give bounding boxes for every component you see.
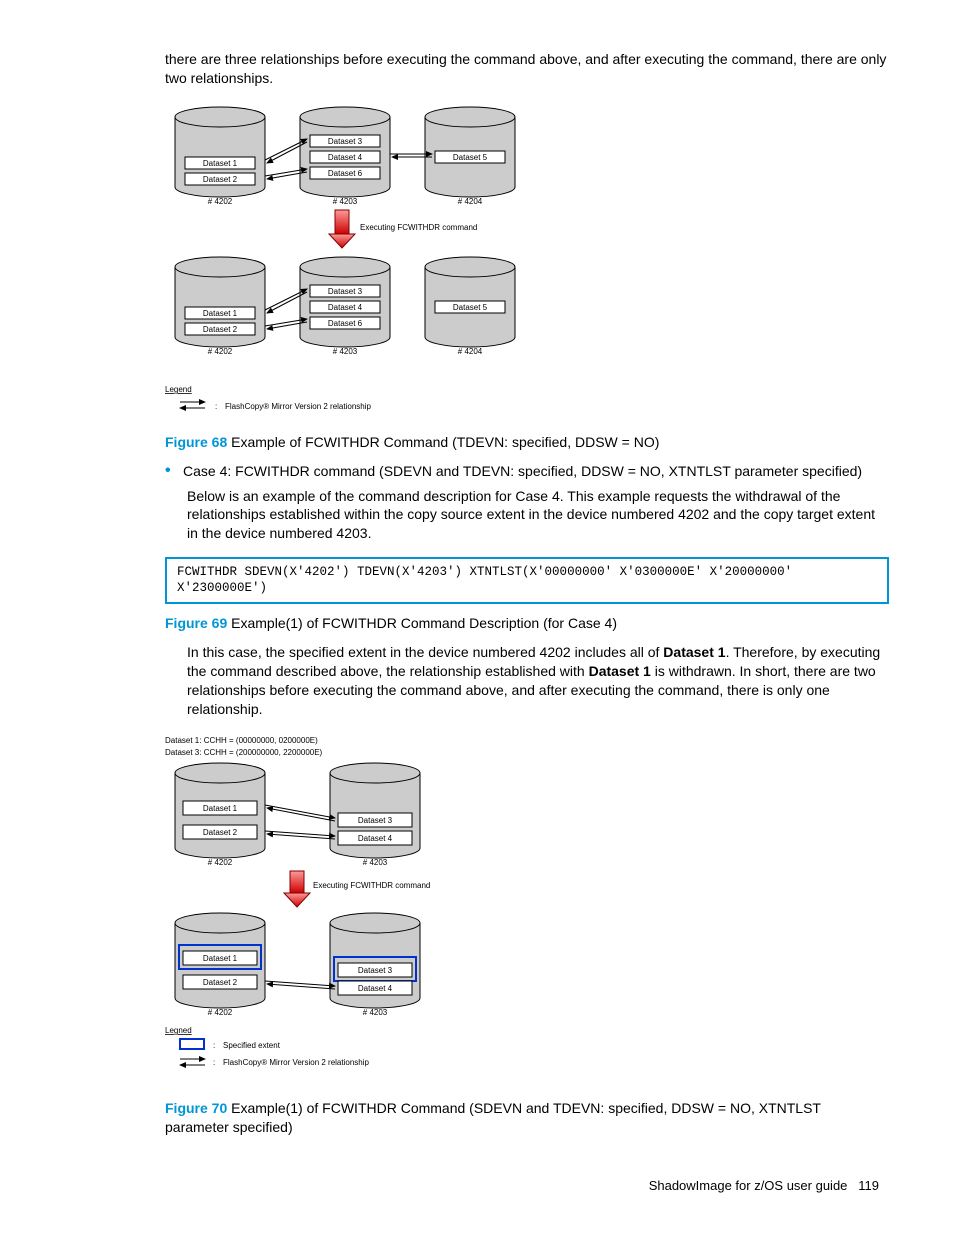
svg-text:Dataset 3: CCHH = (200000000: Dataset 3: CCHH = (200000000, 2200000E) (165, 748, 323, 757)
code-example-69: FCWITHDR SDEVN(X'4202') TDEVN(X'4203') X… (165, 557, 889, 604)
svg-text:Dataset 5: Dataset 5 (453, 303, 488, 312)
figure-68-text: Example of FCWITHDR Command (TDEVN: spec… (231, 434, 659, 450)
svg-text:Dataset 4: Dataset 4 (328, 303, 363, 312)
svg-text:# 4202: # 4202 (208, 1008, 233, 1017)
case4-bullet-text: Case 4: FCWITHDR command (SDEVN and TDEV… (183, 462, 862, 481)
svg-text:FlashCopy® Mirror Version 2 re: FlashCopy® Mirror Version 2 relationship (223, 1058, 370, 1067)
footer-page: 119 (858, 1178, 879, 1193)
svg-text::: : (215, 402, 217, 411)
svg-text:Dataset 1: Dataset 1 (203, 309, 238, 318)
svg-text:Dataset 3: Dataset 3 (358, 966, 393, 975)
svg-text:Dataset 2: Dataset 2 (203, 828, 238, 837)
svg-text:# 4203: # 4203 (333, 197, 358, 206)
svg-text:FlashCopy® Mirror Version 2 re: FlashCopy® Mirror Version 2 relationship (225, 402, 372, 411)
svg-text:Specified extent: Specified extent (223, 1041, 281, 1050)
figure-69-text: Example(1) of FCWITHDR Command Descripti… (231, 615, 617, 631)
svg-text:Dataset 2: Dataset 2 (203, 175, 238, 184)
bullet-icon: • (165, 462, 183, 481)
svg-text:# 4202: # 4202 (208, 858, 233, 867)
page-footer: ShadowImage for z/OS user guide 119 (65, 1177, 889, 1195)
svg-text:# 4204: # 4204 (458, 347, 483, 356)
intro-paragraph: there are three relationships before exe… (165, 50, 889, 88)
svg-text:Dataset 1: CCHH = (00000000,: Dataset 1: CCHH = (00000000, 0200000E) (165, 736, 318, 745)
case4-bullet-row: • Case 4: FCWITHDR command (SDEVN and TD… (165, 462, 889, 481)
svg-text:Dataset 1: Dataset 1 (203, 954, 238, 963)
svg-text:Dataset 1: Dataset 1 (203, 159, 238, 168)
svg-text:Dataset 6: Dataset 6 (328, 319, 363, 328)
figure-70-text: Example(1) of FCWITHDR Command (SDEVN an… (165, 1100, 821, 1135)
figure-70-label: Figure 70 (165, 1100, 227, 1116)
svg-text:# 4203: # 4203 (363, 858, 388, 867)
svg-text:Dataset 5: Dataset 5 (453, 153, 488, 162)
svg-text:Dataset 4: Dataset 4 (358, 984, 393, 993)
svg-text:Executing FCWITHDR command: Executing FCWITHDR command (313, 881, 430, 890)
svg-text:# 4202: # 4202 (208, 197, 233, 206)
svg-text:Dataset 6: Dataset 6 (328, 169, 363, 178)
svg-text:Dataset 4: Dataset 4 (358, 834, 393, 843)
mid-paragraph: In this case, the specified extent in th… (187, 643, 889, 719)
figure-68-caption: Figure 68 Example of FCWITHDR Command (T… (165, 433, 889, 452)
figure-70-diagram: Dataset 1: CCHH = (00000000, 0200000E) D… (165, 733, 889, 1093)
svg-text:Dataset 3: Dataset 3 (358, 816, 393, 825)
svg-text:Dataset 4: Dataset 4 (328, 153, 363, 162)
svg-text:Executing FCWITHDR command: Executing FCWITHDR command (360, 223, 477, 232)
svg-text::: : (213, 1041, 215, 1050)
figure-68-label: Figure 68 (165, 434, 227, 450)
svg-text:Dataset 3: Dataset 3 (328, 287, 363, 296)
figure-70-caption: Figure 70 Example(1) of FCWITHDR Command… (165, 1099, 859, 1137)
figure-69-caption: Figure 69 Example(1) of FCWITHDR Command… (165, 614, 889, 633)
svg-text:Dataset 2: Dataset 2 (203, 325, 238, 334)
figure-68-diagram: Dataset 1 Dataset 2 # 4202 Dataset 3 Dat… (165, 102, 889, 427)
svg-text:Dataset 2: Dataset 2 (203, 978, 238, 987)
svg-text:Legned: Legned (165, 1026, 192, 1035)
svg-text:Dataset 1: Dataset 1 (203, 804, 238, 813)
svg-text:# 4203: # 4203 (333, 347, 358, 356)
svg-text:# 4203: # 4203 (363, 1008, 388, 1017)
svg-text::: : (213, 1058, 215, 1067)
figure-69-label: Figure 69 (165, 615, 227, 631)
svg-text:Dataset 3: Dataset 3 (328, 137, 363, 146)
case4-paragraph: Below is an example of the command descr… (187, 487, 889, 544)
svg-text:# 4204: # 4204 (458, 197, 483, 206)
svg-text:Legend: Legend (165, 385, 192, 394)
footer-title: ShadowImage for z/OS user guide (649, 1178, 848, 1193)
svg-text:# 4202: # 4202 (208, 347, 233, 356)
